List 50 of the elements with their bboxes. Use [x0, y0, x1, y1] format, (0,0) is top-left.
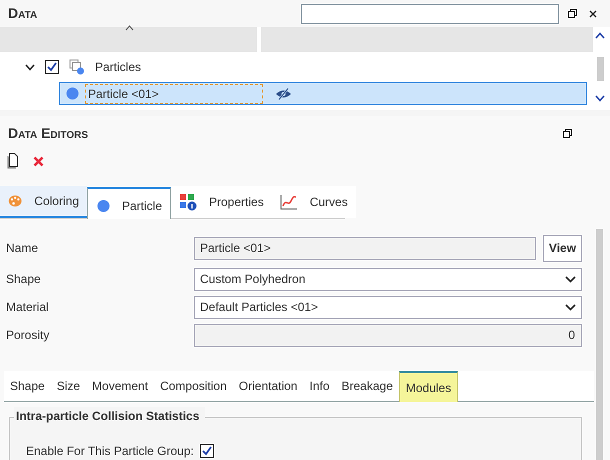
field-label: Name — [6, 240, 40, 257]
tab[interactable]: Info — [303, 370, 336, 401]
search-field[interactable] — [301, 4, 559, 24]
tab[interactable]: Breakage — [336, 370, 399, 401]
tab[interactable]: Composition — [154, 370, 233, 401]
palette-icon — [8, 193, 22, 209]
field-label: Shape — [6, 271, 42, 288]
panel-title: Data — [8, 4, 38, 23]
restore-icon[interactable] — [568, 9, 577, 18]
dot-icon — [97, 199, 110, 213]
panel-title: Data Editors — [8, 124, 88, 142]
scrollbar-thumb[interactable] — [596, 57, 604, 81]
dropdown[interactable]: Default Particles <01> — [194, 296, 582, 318]
chart-curve-icon — [280, 194, 298, 210]
checkbox[interactable] — [45, 60, 59, 74]
scroll-up-icon[interactable] — [595, 32, 605, 39]
hidden-eye-icon[interactable] — [275, 88, 292, 100]
layers-icon — [69, 59, 85, 75]
dropdown-caret-icon — [565, 276, 576, 282]
tree-label[interactable]: Particles — [95, 58, 142, 76]
group-title: Intra-particle Collision Statistics — [14, 407, 206, 425]
tab[interactable]: Orientation — [232, 370, 304, 401]
checkbox[interactable] — [200, 444, 214, 458]
delete-icon[interactable] — [33, 156, 44, 166]
scrollbar-thumb[interactable] — [596, 229, 602, 460]
tab[interactable]: Coloring — [0, 186, 87, 218]
copy-icon[interactable] — [6, 153, 18, 169]
tab[interactable]: Modules — [398, 371, 458, 402]
dropdown[interactable]: Custom Polyhedron — [194, 268, 582, 290]
tab[interactable]: Shape — [4, 370, 51, 401]
tab[interactable]: Size — [50, 370, 86, 401]
dot-icon — [66, 87, 79, 100]
option-label: Enable For This Particle Group: — [26, 443, 194, 460]
field-label: Material — [6, 299, 50, 316]
sort-caret-icon — [125, 25, 134, 31]
text-field[interactable]: Particle <01> — [194, 236, 536, 260]
tab[interactable]: Movement — [86, 370, 154, 401]
tab[interactable]: Particle — [87, 187, 171, 219]
grid-info-icon — [179, 193, 197, 211]
restore-icon[interactable] — [563, 128, 572, 138]
chevron-down-icon[interactable] — [25, 64, 35, 70]
close-icon[interactable] — [589, 10, 597, 18]
dropdown-caret-icon — [565, 304, 576, 310]
tree-row[interactable]: Particle <01> — [59, 82, 587, 105]
scroll-down-icon[interactable] — [595, 95, 605, 102]
number-field[interactable]: 0 — [194, 324, 582, 346]
tab[interactable]: Curves — [272, 186, 356, 218]
view-button[interactable]: View — [543, 234, 582, 262]
tree-label[interactable]: Particle <01> — [85, 84, 263, 104]
field-label: Porosity — [6, 327, 50, 344]
